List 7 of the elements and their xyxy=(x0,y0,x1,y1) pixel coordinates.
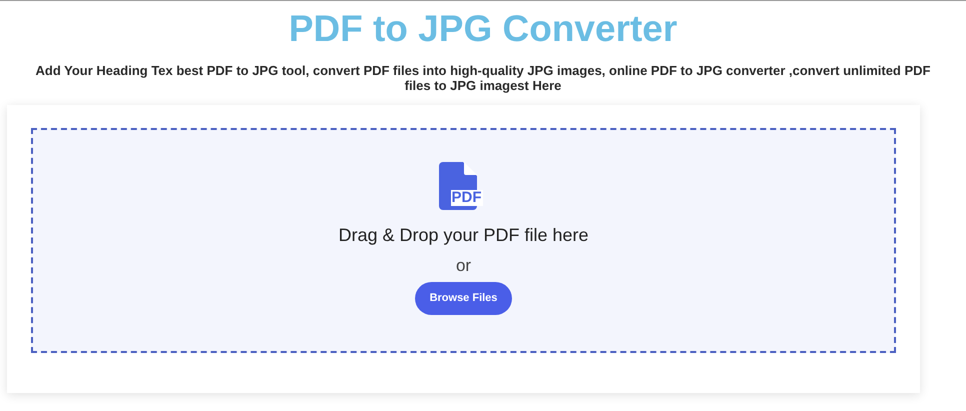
page-subtitle: Add Your Heading Tex best PDF to JPG tool, convert PDF files into high-quality JPG images, online PDF to JPG converter ,convert unlimited PDF files to JPG imagest Here xyxy=(34,63,932,93)
or-separator: or xyxy=(456,256,472,276)
page-title: PDF to JPG Converter xyxy=(288,7,678,51)
browse-files-button[interactable]: Browse Files xyxy=(415,282,512,315)
drop-prompt: Drag & Drop your PDF file here xyxy=(338,224,589,246)
pdf-label: PDF xyxy=(450,190,482,206)
drop-zone[interactable]: PDF Drag & Drop your PDF file here or Browse Files xyxy=(31,128,896,353)
